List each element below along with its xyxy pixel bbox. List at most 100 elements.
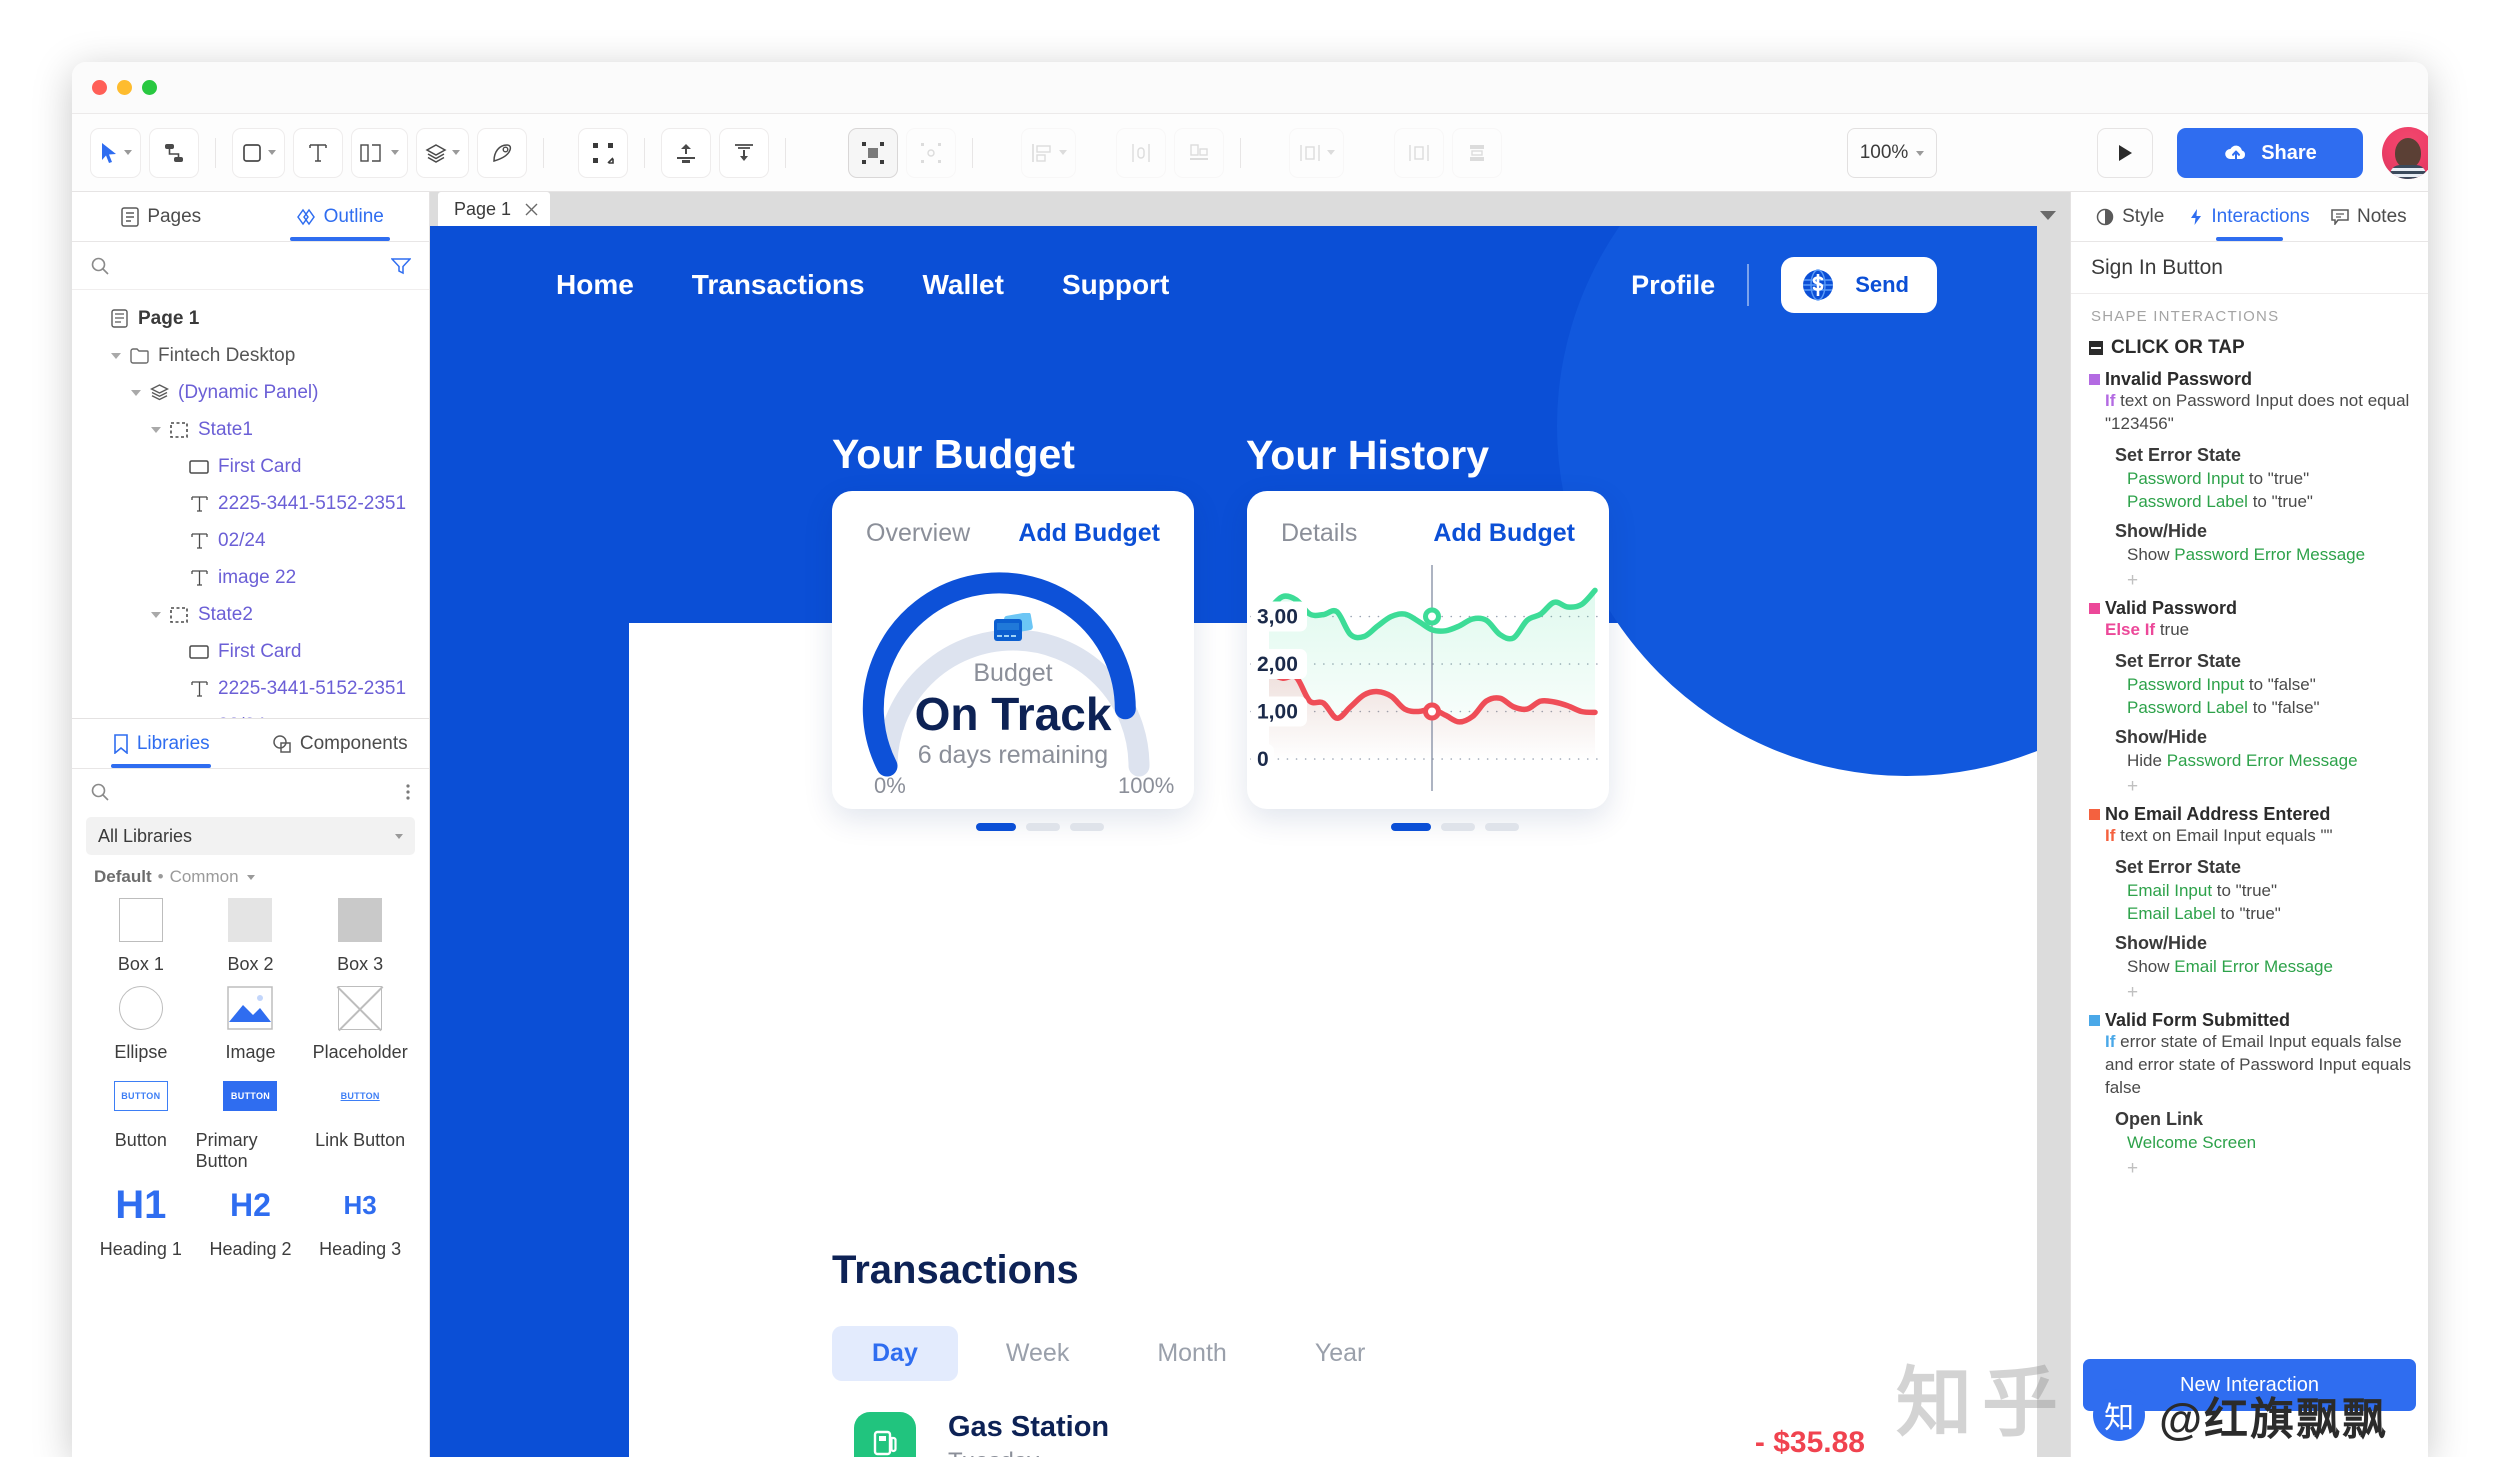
transactions-tabs[interactable]: Day Week Month Year	[832, 1326, 1405, 1381]
transactions-tab-year[interactable]: Year	[1275, 1326, 1406, 1381]
chevron-down-icon[interactable]	[1327, 150, 1335, 155]
chevron-down-icon[interactable]	[1916, 150, 1925, 156]
outline-node[interactable]: 02/24	[72, 522, 429, 559]
chevron-down-icon[interactable]	[268, 150, 276, 155]
library-select[interactable]: All Libraries	[86, 817, 415, 855]
preview-button[interactable]	[2097, 128, 2153, 178]
outline-node[interactable]: First Card	[72, 448, 429, 485]
outline-node[interactable]: image 22	[72, 559, 429, 596]
align-left-button[interactable]	[1021, 127, 1076, 178]
action-name[interactable]: Show/Hide	[2115, 727, 2422, 748]
add-action-icon[interactable]: +	[2127, 1158, 2422, 1180]
carousel-dot[interactable]	[1391, 823, 1431, 831]
widget-image[interactable]: Image	[196, 983, 306, 1063]
action-target[interactable]: Password Error Message	[2174, 545, 2365, 564]
transaction-row-gas-station[interactable]: Gas Station Tuesday - $35.88	[832, 1391, 1995, 1457]
budget-carousel-dots[interactable]	[976, 823, 1104, 831]
distribute-vertical-button[interactable]	[1394, 127, 1444, 178]
expand-toggle-icon[interactable]	[126, 389, 146, 396]
outline-node[interactable]: Page 1	[72, 300, 429, 337]
text-tool-button[interactable]	[293, 127, 343, 178]
pen-tool-button[interactable]	[477, 127, 527, 178]
action-name[interactable]: Show/Hide	[2115, 521, 2422, 542]
action-target[interactable]: Password Input	[2127, 675, 2244, 694]
prototype-frame[interactable]: Home Transactions Wallet Support Profile	[430, 226, 2037, 1457]
nav-link-support[interactable]: Support	[1062, 269, 1169, 301]
widget-box-1[interactable]: Box 1	[86, 895, 196, 975]
outline-node[interactable]: State1	[72, 411, 429, 448]
carousel-dot[interactable]	[976, 823, 1016, 831]
action-target[interactable]: Password Input	[2127, 469, 2244, 488]
shape-tool-button[interactable]	[232, 127, 285, 178]
collapse-icon[interactable]	[2089, 341, 2103, 355]
distribute-button[interactable]	[1289, 127, 1344, 178]
chevron-down-icon[interactable]	[124, 150, 132, 155]
bring-front-button[interactable]	[661, 127, 711, 178]
action-name[interactable]: Set Error State	[2115, 445, 2422, 466]
budget-card[interactable]: Overview Add Budget Budget On Track 6 da…	[832, 491, 1194, 809]
ungroup-button[interactable]	[906, 127, 956, 178]
nav-link-profile[interactable]: Profile	[1631, 270, 1715, 301]
outline-node[interactable]: State2	[72, 596, 429, 633]
widget-box-3[interactable]: Box 3	[305, 895, 415, 975]
expand-toggle-icon[interactable]	[106, 352, 126, 359]
chart-marker-income[interactable]	[1423, 607, 1441, 626]
widget-primary-button[interactable]: BUTTON Primary Button	[196, 1071, 306, 1172]
outline-node[interactable]: (Dynamic Panel)	[72, 374, 429, 411]
maximize-window-button[interactable]	[142, 80, 157, 95]
chevron-down-icon[interactable]	[391, 150, 399, 155]
widget-heading-3[interactable]: H3 Heading 3	[305, 1180, 415, 1260]
history-add-budget-link[interactable]: Add Budget	[1433, 519, 1575, 548]
budget-add-budget-link[interactable]: Add Budget	[1018, 519, 1160, 548]
close-icon[interactable]	[525, 203, 538, 216]
interaction-cases[interactable]: Invalid Password If text on Password Inpu…	[2089, 369, 2422, 1180]
align-bottom-button[interactable]	[1174, 127, 1224, 178]
outline-node[interactable]: Fintech Desktop	[72, 337, 429, 374]
widget-heading-2[interactable]: H2 Heading 2	[196, 1180, 306, 1260]
action-target[interactable]: Email Input	[2127, 881, 2212, 900]
nav-link-wallet[interactable]: Wallet	[923, 269, 1004, 301]
new-interaction-button[interactable]: New Interaction	[2083, 1359, 2416, 1411]
distribute-horizontal-button[interactable]	[1116, 127, 1166, 178]
outline-node[interactable]: 2225-3441-5152-2351	[72, 485, 429, 522]
transactions-tab-week[interactable]: Week	[966, 1326, 1109, 1381]
case-color-badge[interactable]	[2089, 1014, 2100, 1026]
widget-placeholder[interactable]: Placeholder	[305, 983, 415, 1063]
carousel-dot[interactable]	[1485, 823, 1519, 831]
history-carousel-dots[interactable]	[1391, 823, 1519, 831]
interaction-case[interactable]: Valid Form Submitted If error state of Em…	[2089, 1010, 2422, 1180]
transactions-tab-day[interactable]: Day	[832, 1326, 958, 1381]
tab-outline[interactable]: Outline	[251, 192, 430, 241]
case-color-badge[interactable]	[2089, 374, 2100, 385]
chevron-down-icon[interactable]	[452, 150, 460, 155]
carousel-dot[interactable]	[1026, 823, 1060, 831]
search-icon[interactable]	[90, 782, 110, 802]
send-button[interactable]: Send	[1781, 257, 1937, 313]
case-color-badge[interactable]	[2089, 808, 2100, 820]
action-name[interactable]: Show/Hide	[2115, 933, 2422, 954]
layers-tool-button[interactable]	[416, 127, 469, 178]
share-button[interactable]: Share	[2177, 128, 2363, 178]
minimize-window-button[interactable]	[117, 80, 132, 95]
action-name[interactable]: Set Error State	[2115, 651, 2422, 672]
dynamic-panel-tool-button[interactable]	[351, 127, 408, 178]
widget-box-2[interactable]: Box 2	[196, 895, 306, 975]
interaction-case[interactable]: Invalid Password If text on Password Inpu…	[2089, 369, 2422, 592]
outline-node[interactable]: 02/24	[72, 707, 429, 718]
crop-tool-button[interactable]	[578, 127, 628, 178]
library-category[interactable]: Default • Common	[72, 855, 429, 891]
group-button[interactable]	[848, 127, 898, 178]
chevron-down-icon[interactable]	[1059, 150, 1067, 155]
align-center-vertical-button[interactable]	[1452, 127, 1502, 178]
widget-ellipse[interactable]: Ellipse	[86, 983, 196, 1063]
outline-node[interactable]: First Card	[72, 633, 429, 670]
chevron-down-icon[interactable]	[246, 874, 255, 880]
nav-link-home[interactable]: Home	[556, 269, 634, 301]
account-menu[interactable]	[2382, 127, 2428, 179]
window-controls[interactable]	[92, 80, 157, 95]
outline-tree[interactable]: Page 1 Fintech Desktop (Dynamic Panel) Stat…	[72, 290, 429, 718]
action-target[interactable]: Password Label	[2127, 492, 2248, 511]
interaction-case[interactable]: Valid Password Else If true Set Error Stat…	[2089, 598, 2422, 798]
tab-notes[interactable]: Notes	[2310, 192, 2428, 241]
outline-node[interactable]: 2225-3441-5152-2351	[72, 670, 429, 707]
